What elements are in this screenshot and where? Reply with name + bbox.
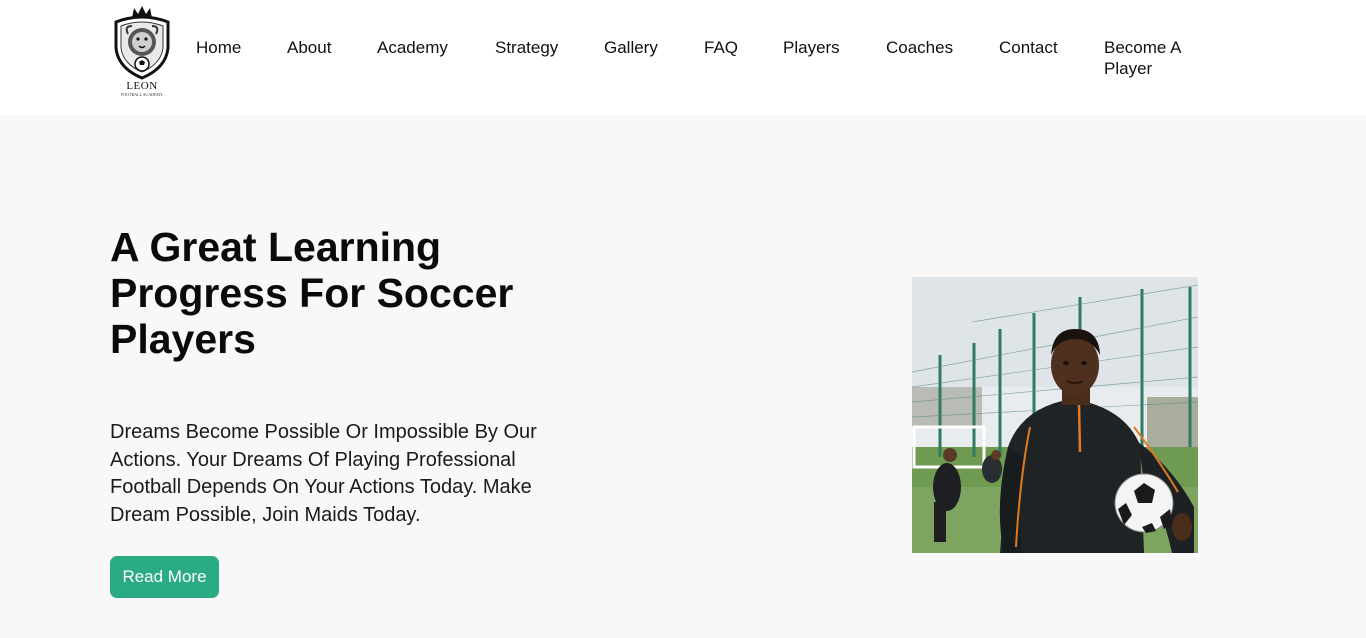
nav-contact[interactable]: Contact xyxy=(999,37,1058,58)
nav-players[interactable]: Players xyxy=(783,37,840,58)
nav-strategy[interactable]: Strategy xyxy=(495,37,558,58)
nav-home[interactable]: Home xyxy=(196,37,241,58)
logo-name: LEON xyxy=(126,80,158,92)
logo-subtitle: FOOTBALL ACADEMY xyxy=(121,92,163,97)
logo[interactable]: LEON FOOTBALL ACADEMY xyxy=(110,4,174,98)
nav-coaches[interactable]: Coaches xyxy=(886,37,953,58)
nav-faq[interactable]: FAQ xyxy=(704,37,738,58)
soccer-player-photo xyxy=(912,277,1198,553)
site-header: LEON FOOTBALL ACADEMY Home About Academy… xyxy=(0,0,1366,115)
nav-about[interactable]: About xyxy=(287,37,331,58)
hero-title: A Great Learning Progress For Soccer Pla… xyxy=(110,224,514,362)
read-more-button[interactable]: Read More xyxy=(110,556,219,598)
nav-gallery[interactable]: Gallery xyxy=(604,37,658,58)
lion-shield-crest-icon xyxy=(114,6,170,80)
nav-academy[interactable]: Academy xyxy=(377,37,448,58)
nav-become-a-player[interactable]: Become A Player xyxy=(1104,37,1194,79)
hero-text: Dreams Become Possible Or Impossible By … xyxy=(110,421,537,526)
